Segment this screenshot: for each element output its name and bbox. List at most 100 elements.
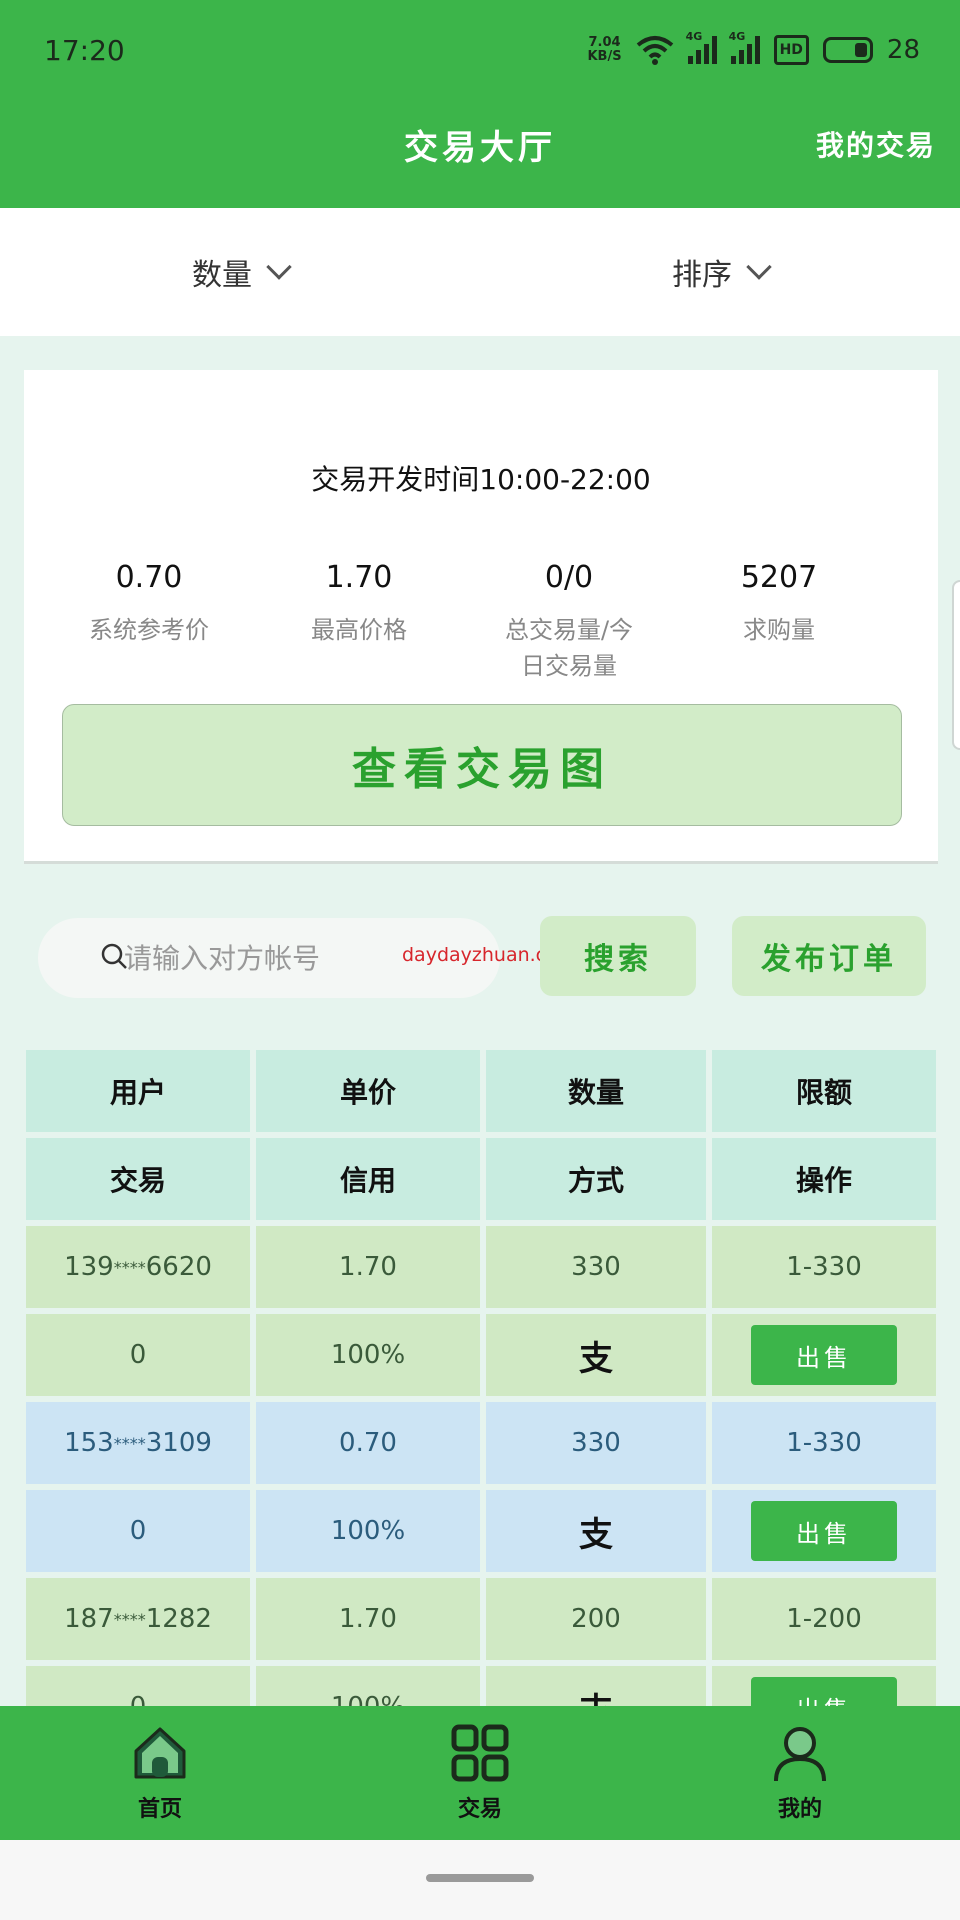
signal-icon-sim2: 4G: [729, 30, 760, 64]
trade-time-text: 交易开发时间10:00-22:00: [311, 463, 651, 496]
action-cell: 出售: [712, 1490, 936, 1572]
user-prefix: 187: [64, 1604, 114, 1634]
user-cell: 187 **** 1282: [26, 1578, 250, 1660]
payment-method-cell: 支: [486, 1490, 706, 1572]
limit-cell: 1-200: [712, 1578, 936, 1660]
column-header: 数量: [486, 1050, 706, 1132]
price-cell: 1.70: [256, 1578, 480, 1660]
alipay-icon: 支: [579, 1514, 613, 1555]
search-icon: [101, 943, 127, 969]
status-bar: 17:20 7.04 KB/S 4G 4G HD 28: [0, 0, 960, 100]
trades-cell: 0: [26, 1490, 250, 1572]
user-prefix: 139: [64, 1252, 114, 1282]
hd-voice-icon: HD: [773, 35, 809, 65]
chevron-down-icon: [266, 254, 292, 280]
chevron-down-icon: [746, 254, 772, 280]
user-suffix: 1282: [145, 1604, 212, 1634]
column-header: 操作: [712, 1138, 936, 1220]
user-mask: ****: [113, 1609, 146, 1629]
table-row: 0 100% 支 出售: [26, 1314, 936, 1402]
bottom-tab-bar: 首页 交易 我的: [0, 1706, 960, 1840]
home-gesture-bar[interactable]: [426, 1874, 534, 1882]
my-trades-link[interactable]: 我的交易: [816, 124, 936, 164]
quantity-cell: 330: [486, 1402, 706, 1484]
user-cell: 139 **** 6620: [26, 1226, 250, 1308]
tab-mine[interactable]: 我的: [640, 1706, 960, 1840]
sell-button[interactable]: 出售: [751, 1325, 897, 1385]
market-info-card: 交易开发时间10:00-22:00 0.70 系统参考价 1.70 最高价格 0…: [24, 370, 938, 864]
user-cell: 153 **** 3109: [26, 1402, 250, 1484]
stat-label: 求购量: [743, 616, 815, 644]
table-row: 153 **** 3109 0.70 330 1-330: [26, 1402, 936, 1490]
user-mask: ****: [113, 1257, 146, 1277]
user-icon: [774, 1727, 826, 1782]
table-row: 187 **** 1282 1.70 200 1-200: [26, 1578, 936, 1666]
action-cell: 出售: [712, 1314, 936, 1396]
trades-cell: 0: [26, 1314, 250, 1396]
battery-level: 28: [886, 35, 920, 65]
tab-home[interactable]: 首页: [0, 1706, 320, 1840]
net-speed: 7.04 KB/S: [587, 36, 621, 64]
publish-order-button[interactable]: 发布订单: [732, 916, 926, 996]
signal-tag-sim1: 4G: [685, 30, 703, 43]
sell-button[interactable]: 出售: [751, 1501, 897, 1561]
tab-home-label: 首页: [137, 1797, 182, 1822]
net-speed-unit: KB/S: [587, 49, 622, 64]
top-header: 17:20 7.04 KB/S 4G 4G HD 28 交易大厅 我的交易: [0, 0, 960, 208]
tab-trade[interactable]: 交易: [320, 1706, 640, 1840]
stat-highest-price: 1.70 最高价格: [254, 560, 464, 684]
stat-value: 1.70: [325, 560, 393, 595]
sort-filter-dropdown[interactable]: 排序: [480, 208, 960, 336]
user-suffix: 6620: [145, 1252, 212, 1282]
payment-method-cell: 支: [486, 1314, 706, 1396]
stat-label: 系统参考价: [89, 616, 209, 644]
stat-value: 0.70: [115, 560, 183, 595]
edge-swipe-handle[interactable]: [952, 580, 960, 750]
credit-cell: 100%: [256, 1490, 480, 1572]
quantity-cell: 330: [486, 1226, 706, 1308]
column-header: 限额: [712, 1050, 936, 1132]
stat-value: 0/0: [544, 560, 594, 595]
column-header: 单价: [256, 1050, 480, 1132]
signal-tag-sim2: 4G: [728, 30, 746, 43]
battery-icon: [822, 37, 873, 63]
grid-icon: [451, 1724, 509, 1782]
stat-label: 最高价格: [311, 616, 407, 644]
price-cell: 1.70: [256, 1226, 480, 1308]
user-suffix: 3109: [145, 1428, 212, 1458]
column-header: 方式: [486, 1138, 706, 1220]
signal-icon-sim1: 4G: [686, 30, 717, 64]
table-header-row: 用户 单价 数量 限额: [26, 1050, 936, 1138]
credit-cell: 100%: [256, 1314, 480, 1396]
column-header: 信用: [256, 1138, 480, 1220]
price-cell: 0.70: [256, 1402, 480, 1484]
status-icons: 7.04 KB/S 4G 4G HD 28: [587, 30, 920, 70]
column-header: 交易: [26, 1138, 250, 1220]
limit-cell: 1-330: [712, 1226, 936, 1308]
sort-filter-label: 排序: [672, 258, 732, 293]
table-row: 139 **** 6620 1.70 330 1-330: [26, 1226, 936, 1314]
view-trade-chart-button[interactable]: 查看交易图: [62, 704, 902, 826]
quantity-cell: 200: [486, 1578, 706, 1660]
net-speed-value: 7.04: [588, 35, 621, 50]
user-mask: ****: [113, 1433, 146, 1453]
stat-trade-volume: 0/0 总交易量/今日交易量: [464, 560, 674, 684]
table-header-row: 交易 信用 方式 操作: [26, 1138, 936, 1226]
alipay-icon: 支: [579, 1338, 613, 1379]
search-row: daydayzhuan.com 搜索 发布订单: [0, 916, 960, 1000]
home-icon: [134, 1727, 186, 1779]
stat-demand-volume: 5207 求购量: [674, 560, 884, 684]
orders-table: 用户 单价 数量 限额 交易 信用 方式 操作 139 **** 6620 1.70…: [26, 1050, 936, 1754]
tab-mine-label: 我的: [777, 1797, 822, 1822]
quantity-filter-dropdown[interactable]: 数量: [0, 208, 480, 336]
wifi-icon: [636, 36, 673, 65]
stat-value: 5207: [740, 560, 818, 595]
column-header: 用户: [26, 1050, 250, 1132]
search-button[interactable]: 搜索: [540, 916, 696, 996]
table-row: 0 100% 支 出售: [26, 1490, 936, 1578]
status-time: 17:20: [44, 34, 125, 67]
filter-bar: 数量 排序: [0, 208, 960, 336]
tab-trade-label: 交易: [457, 1797, 502, 1822]
market-stats: 0.70 系统参考价 1.70 最高价格 0/0 总交易量/今日交易量 5207…: [44, 560, 884, 684]
stat-reference-price: 0.70 系统参考价: [44, 560, 254, 684]
